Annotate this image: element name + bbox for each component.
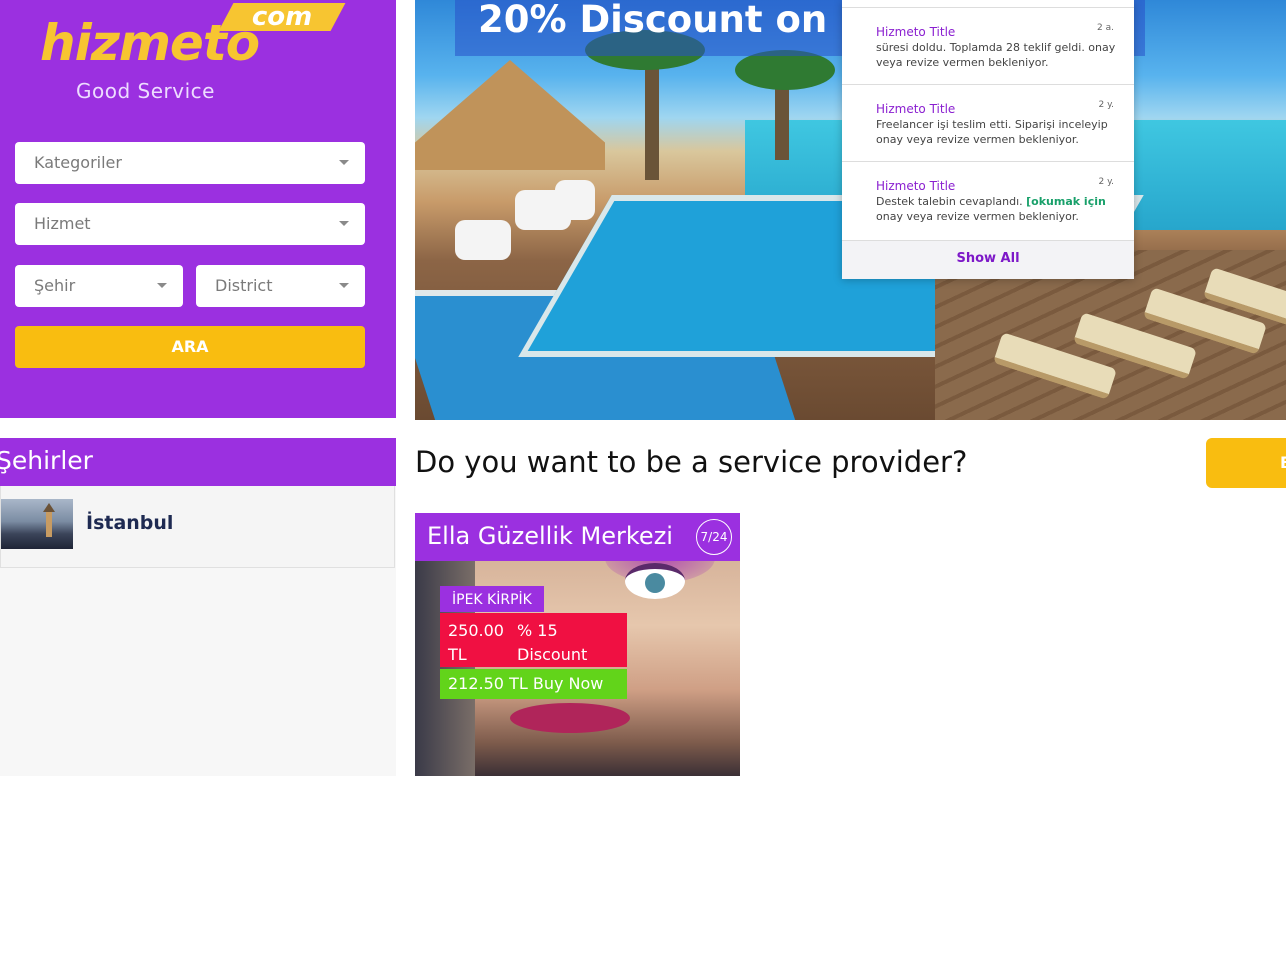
- price-amount: 250.00: [448, 621, 504, 640]
- district-select-label: District: [215, 276, 273, 295]
- notification-title: Hizmeto Title: [876, 179, 956, 193]
- price-box: 250.00 TL % 15 Discount: [440, 613, 627, 667]
- cities-header: Şehirler: [0, 438, 396, 486]
- banner-title: 20% Discount on ho: [478, 0, 892, 41]
- price-currency: TL: [448, 645, 467, 664]
- notification-read-link[interactable]: [okumak için: [1026, 195, 1106, 208]
- district-select[interactable]: District: [196, 265, 365, 307]
- chair-scenery: [555, 180, 595, 220]
- city-select-label: Şehir: [34, 276, 76, 295]
- chair-scenery: [455, 220, 511, 260]
- chevron-down-icon: [157, 283, 167, 288]
- city-name: İstanbul: [86, 512, 174, 534]
- notification-time: 2 y.: [1098, 100, 1115, 110]
- notification-time: 2 a.: [1097, 23, 1114, 33]
- categories-select[interactable]: Kategoriler: [15, 142, 365, 184]
- notification-text-end: onay veya revize vermen bekleniyor.: [876, 210, 1079, 223]
- discount-label: Discount: [517, 645, 588, 664]
- notification-text-start: Destek talebin cevaplandı.: [876, 195, 1023, 208]
- original-price: 250.00 TL: [448, 619, 512, 667]
- city-thumbnail: [1, 499, 73, 549]
- show-all-button[interactable]: Show All: [842, 240, 1134, 279]
- tower-icon: [43, 503, 55, 537]
- provider-signup-button[interactable]: B: [1206, 438, 1286, 488]
- chevron-down-icon: [339, 160, 349, 165]
- hut-scenery: [415, 60, 605, 170]
- search-panel: com hizmeto Good Service Kategoriler Hiz…: [0, 0, 396, 418]
- card-title[interactable]: Ella Güzellik Merkezi: [427, 522, 673, 550]
- notification-text: Freelancer işi teslim etti. Siparişi inc…: [876, 118, 1108, 146]
- discount-info: % 15 Discount: [517, 619, 627, 667]
- category-tag[interactable]: İPEK KİRPİK: [440, 586, 544, 612]
- cities-list: İstanbul: [0, 486, 396, 776]
- notification-text: süresi doldu. Toplamda 28 teklif geldi. …: [876, 41, 1116, 69]
- notification-title: Hizmeto Title: [876, 102, 956, 116]
- discount-percent: % 15: [517, 621, 558, 640]
- notification-item[interactable]: Hizmeto Title 2 y. Destek talebin cevapl…: [842, 161, 1134, 237]
- cities-header-title: Şehirler: [0, 446, 93, 475]
- notification-title: Hizmeto Title: [876, 25, 956, 39]
- service-card[interactable]: Ella Güzellik Merkezi 7/24 İPEK KİRPİK 2…: [415, 513, 740, 776]
- palm-leaf-scenery: [735, 50, 835, 90]
- photo-lips-shape: [510, 703, 630, 733]
- city-select[interactable]: Şehir: [15, 265, 183, 307]
- search-button[interactable]: ARA: [15, 326, 365, 368]
- buy-now-button[interactable]: 212.50 TL Buy Now: [440, 669, 627, 699]
- notification-text: Destek talebin cevaplandı. [okumak için …: [876, 194, 1116, 224]
- notifications-dropdown: Hizmeto Title 2 a. süresi doldu. Toplamd…: [842, 0, 1134, 279]
- notification-item[interactable]: Hizmeto Title 2 y. Freelancer işi teslim…: [842, 84, 1134, 160]
- chevron-down-icon: [339, 221, 349, 226]
- photo-eye-shape: [625, 563, 685, 599]
- service-select[interactable]: Hizmet: [15, 203, 365, 245]
- service-select-label: Hizmet: [34, 214, 91, 233]
- notification-time: 2 y.: [1098, 177, 1115, 187]
- chevron-down-icon: [339, 283, 349, 288]
- notification-item[interactable]: Hizmeto Title 2 a. süresi doldu. Toplamd…: [842, 7, 1134, 83]
- logo[interactable]: hizmeto: [40, 18, 260, 68]
- tagline: Good Service: [76, 79, 215, 103]
- open-hours-badge: 7/24: [696, 519, 732, 555]
- provider-question: Do you want to be a service provider?: [415, 445, 968, 479]
- card-header: Ella Güzellik Merkezi 7/24: [415, 513, 740, 561]
- city-item[interactable]: İstanbul: [0, 486, 395, 568]
- categories-select-label: Kategoriler: [34, 153, 122, 172]
